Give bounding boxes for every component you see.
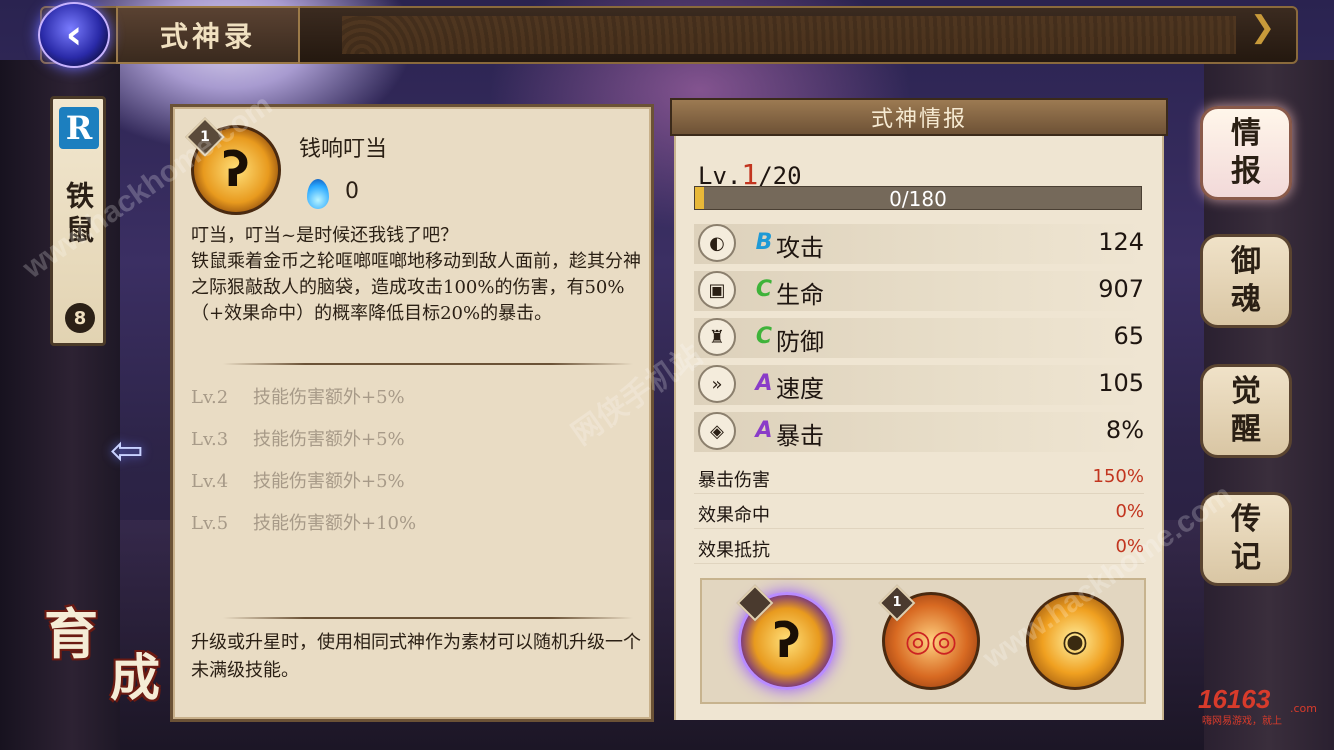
divider: [223, 363, 633, 365]
stat-value: 907: [1098, 275, 1144, 303]
stat-label: 生命: [776, 281, 824, 309]
skill-cost: 0: [345, 179, 359, 204]
exp-text: 0/180: [889, 187, 947, 211]
speed-icon: »: [698, 365, 736, 403]
stat-value: 65: [1113, 322, 1144, 350]
stat-row-speed: » A 速度 105: [694, 365, 1144, 405]
info-panel: 式神情报 Lv.1/20 0/180 ◐ B 攻击 124 ▣ C 生命 907…: [670, 98, 1168, 722]
tab-soul[interactable]: 御魂: [1200, 234, 1292, 328]
stat-row-crit: ◈ A 暴击 8%: [694, 412, 1144, 452]
stat-label: 速度: [776, 375, 824, 403]
top-bar-ornament: ❯: [1250, 10, 1276, 45]
stat-value: 124: [1098, 228, 1144, 256]
page-title: 式神录: [116, 6, 300, 64]
grade-badge: B: [755, 230, 773, 255]
scroll-icon: ▣: [698, 271, 736, 309]
prev-shikigami-arrow-icon[interactable]: ⇦: [110, 428, 144, 474]
grade-badge: C: [755, 277, 773, 302]
skill-level-row: Lv.3 技能伤害额外+5%: [191, 429, 405, 450]
fan-icon: ◐: [698, 224, 736, 262]
star-badge: 8: [65, 303, 95, 333]
site-logo-domain: .com: [1290, 702, 1317, 715]
stat-value: 8%: [1105, 416, 1144, 444]
top-bar-pattern: [342, 16, 1236, 54]
tab-biography[interactable]: 传记: [1200, 492, 1292, 586]
skill-selector: ʔ ◎◎ 1 ◉: [700, 578, 1146, 704]
skill-footnote: 升级或升星时，使用相同式神作为素材可以随机升级一个未满级技能。: [191, 632, 641, 681]
stat-value: 105: [1098, 369, 1144, 397]
grade-badge: A: [755, 371, 773, 396]
back-arrow-icon: ‹: [65, 12, 83, 58]
shikigami-name-card[interactable]: R 铁鼠 8: [50, 96, 106, 346]
skill-level-row: Lv.5 技能伤害额外+10%: [191, 513, 417, 534]
skill-detail-panel: ʔ 1 钱响叮当 0 叮当，叮当~是时候还我钱了吧？ 铁鼠乘着金币之轮哐啷哐啷地…: [170, 104, 654, 722]
skill-3-icon[interactable]: ◉: [1026, 592, 1124, 690]
rarity-badge: R: [59, 107, 99, 149]
substat-row: 效果抵抗 0%: [694, 534, 1144, 564]
stat-row-defense: ♜ C 防御 65: [694, 318, 1144, 358]
stat-label: 暴击: [776, 422, 824, 450]
grade-badge: C: [755, 324, 773, 349]
page-title-text: 式神录: [159, 20, 256, 53]
skill-level-row: Lv.4 技能伤害额外+5%: [191, 471, 405, 492]
armor-icon: ♜: [698, 318, 736, 356]
substat-row: 效果命中 0%: [694, 499, 1144, 529]
stat-row-hp: ▣ C 生命 907: [694, 271, 1144, 311]
substat-row: 暴击伤害 150%: [694, 464, 1144, 494]
grade-badge: A: [755, 418, 773, 443]
growth-char-2: 成: [110, 648, 160, 707]
info-panel-title: 式神情报: [870, 107, 967, 132]
shikigami-name: 铁鼠: [62, 181, 95, 249]
skill-name: 钱响叮当: [299, 137, 388, 162]
stat-label: 攻击: [776, 234, 824, 262]
exp-bar: 0/180: [694, 186, 1142, 211]
stat-label: 防御: [776, 328, 824, 356]
divider: [223, 617, 633, 619]
skill-description: 叮当，叮当~是时候还我钱了吧？ 铁鼠乘着金币之轮哐啷哐啷地移动到敌人面前，趁其分…: [191, 225, 641, 324]
site-logo-sub: 嗨网易游戏，就上: [1202, 716, 1282, 727]
growth-char-1: 育: [44, 602, 98, 666]
tab-info[interactable]: 情报: [1200, 106, 1292, 200]
growth-button[interactable]: 育 成: [38, 590, 175, 710]
info-panel-header: 式神情报: [670, 98, 1168, 136]
site-logo: 16163: [1198, 684, 1271, 714]
crit-icon: ◈: [698, 412, 736, 450]
tab-awaken[interactable]: 觉醒: [1200, 364, 1292, 458]
ghost-fire-icon: [307, 179, 329, 209]
back-button[interactable]: ‹: [38, 2, 110, 68]
stat-row-attack: ◐ B 攻击 124: [694, 224, 1144, 264]
info-panel-body: Lv.1/20 0/180 ◐ B 攻击 124 ▣ C 生命 907 ♜ C …: [674, 136, 1164, 720]
skill-level-row: Lv.2 技能伤害额外+5%: [191, 387, 405, 408]
